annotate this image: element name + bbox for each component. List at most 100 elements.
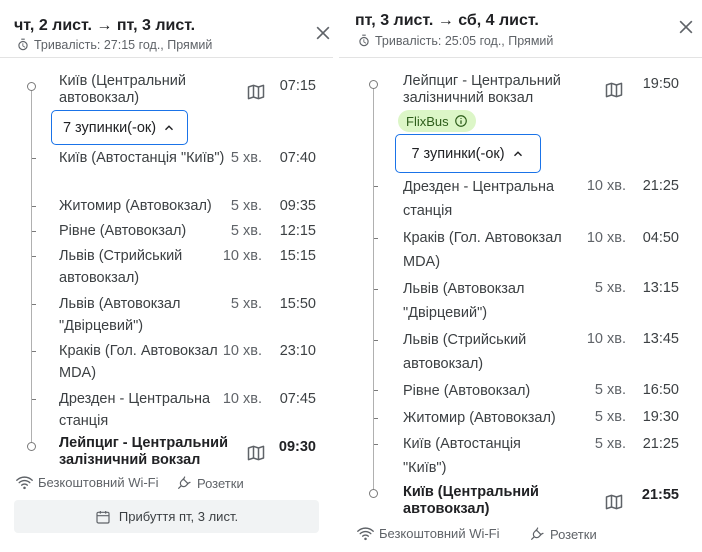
stop-tick <box>32 206 36 207</box>
amenity-sockets: Розетки <box>176 475 244 491</box>
timer-icon <box>359 34 369 47</box>
stop-tick <box>32 231 36 232</box>
stop-name: Рівне (Автовокзал) <box>59 223 187 239</box>
stop-name: Київ (Автостанція "Київ") <box>403 436 521 476</box>
stop-tick <box>374 238 378 239</box>
stop-tick <box>374 340 378 341</box>
stops-toggle-button[interactable]: 7 зупинки(-ок) <box>395 134 541 173</box>
stop-duration: 10 хв. <box>586 331 626 347</box>
arrival-stop-name: Лейпциг - Центральний залізничний вокзал <box>59 435 228 468</box>
stops-toggle-button[interactable]: 7 зупинки(-ок) <box>51 110 188 145</box>
power-plug-icon <box>178 476 191 489</box>
segment-header: пт, 3 лист. → сб, 4 лист. Тривалість: 25… <box>339 0 702 58</box>
map-icon[interactable] <box>246 82 266 102</box>
stop-duration: 10 хв. <box>222 343 262 359</box>
amenity-wifi-label: Безкоштовний Wi-Fi <box>379 526 500 541</box>
stop-name: Житомир (Автовокзал) <box>403 410 556 426</box>
segment-duration-text: Тривалість: 27:15 год., Прямий <box>34 38 213 52</box>
departure-node <box>369 80 378 89</box>
wifi-icon <box>16 475 33 489</box>
carrier-name: FlixBus <box>406 113 449 129</box>
segment-duration: Тривалість: 27:15 год., Прямий <box>16 38 212 52</box>
stop-tick <box>32 158 36 159</box>
route-line <box>31 90 32 447</box>
stop-duration: 5 хв. <box>230 223 262 239</box>
close-icon[interactable] <box>313 23 333 43</box>
amenity-sockets-label: Розетки <box>550 526 597 542</box>
info-icon <box>454 115 467 127</box>
stop-tick <box>32 256 36 257</box>
stop-tick <box>374 418 378 419</box>
trip-segment-return: пт, 3 лист. → сб, 4 лист. Тривалість: 25… <box>339 0 702 552</box>
arrival-time: 21:55 <box>641 487 679 503</box>
stop-duration: 5 хв. <box>594 436 626 452</box>
arrival-info-bar: Прибуття пт, 3 лист. <box>14 500 319 533</box>
arrival-node <box>27 442 36 451</box>
amenity-wifi: Безкоштовний Wi-Fi <box>16 475 159 490</box>
stop-time: 12:15 <box>279 223 316 239</box>
stop-time: 07:40 <box>279 150 316 166</box>
map-icon[interactable] <box>604 492 624 512</box>
stop-time: 13:45 <box>642 331 679 347</box>
route-line <box>373 88 374 493</box>
stop-time: 16:50 <box>642 382 679 398</box>
stop-duration: 5 хв. <box>230 296 262 312</box>
stop-duration: 5 хв. <box>594 409 626 425</box>
departure-time: 07:15 <box>279 78 316 94</box>
stop-tick <box>32 351 36 352</box>
stop-tick <box>374 289 378 290</box>
stop-tick <box>374 444 378 445</box>
stops-toggle-label: 7 зупинки(-ок) <box>411 145 505 162</box>
close-icon[interactable] <box>676 17 696 37</box>
amenity-sockets: Розетки <box>529 526 597 542</box>
carrier-badge[interactable]: FlixBus <box>398 110 476 132</box>
stop-duration: 5 хв. <box>230 198 262 214</box>
stop-duration: 10 хв. <box>222 391 262 407</box>
stop-time: 15:15 <box>279 248 316 264</box>
stop-name: Житомир (Автовокзал) <box>59 198 212 214</box>
stop-name: Львів (Автовокзал "Двірцевий") <box>59 296 181 334</box>
chevron-up-icon <box>165 124 174 130</box>
map-icon[interactable] <box>246 443 266 463</box>
stop-name: Дрезден - Центральна станція <box>59 391 211 429</box>
departure-stop-name: Лейпциг - Центральний залізничний вокзал <box>403 73 561 106</box>
stop-name: Дрезден - Центральна станція <box>403 179 555 219</box>
amenity-wifi: Безкоштовний Wi-Fi <box>357 526 500 541</box>
trip-segment-outbound: чт, 2 лист. → пт, 3 лист. Тривалість: 27… <box>0 0 333 552</box>
stop-name: Краків (Гол. Автовокзал MDA) <box>403 230 562 270</box>
stop-duration: 5 хв. <box>594 382 626 398</box>
segment-title: чт, 2 лист. → пт, 3 лист. <box>14 17 196 34</box>
stop-time: 21:25 <box>642 436 679 452</box>
departure-node <box>27 82 36 91</box>
stop-time: 07:45 <box>279 391 316 407</box>
stop-time: 21:25 <box>642 178 679 194</box>
amenity-wifi-label: Безкоштовний Wi-Fi <box>38 475 159 490</box>
wifi-icon <box>357 526 374 540</box>
stop-time: 19:30 <box>642 409 679 425</box>
timer-icon <box>18 38 28 51</box>
stop-name: Львів (Стрийський автовокзал) <box>59 248 183 286</box>
stop-duration: 10 хв. <box>586 230 626 246</box>
segment-duration: Тривалість: 25:05 год., Прямий <box>357 34 553 48</box>
amenity-sockets-label: Розетки <box>197 475 244 491</box>
map-icon[interactable] <box>604 80 624 100</box>
arrival-info-text: Прибуття пт, 3 лист. <box>118 509 239 524</box>
stop-tick <box>374 186 378 187</box>
stop-tick <box>374 390 378 391</box>
arrival-stop-name: Київ (Центральний автовокзал) <box>403 484 539 517</box>
stop-tick <box>32 304 36 305</box>
stop-duration: 5 хв. <box>594 280 626 296</box>
calendar-icon <box>96 510 110 524</box>
power-plug-icon <box>531 527 544 540</box>
segment-duration-text: Тривалість: 25:05 год., Прямий <box>375 34 554 48</box>
stop-name: Львів (Автовокзал "Двірцевий") <box>403 281 525 321</box>
stop-time: 09:35 <box>279 198 316 214</box>
stop-name: Львів (Стрийський автовокзал) <box>403 332 527 372</box>
stop-time: 13:15 <box>642 280 679 296</box>
stop-name: Київ (Автостанція "Київ") <box>59 150 225 166</box>
stop-name: Краків (Гол. Автовокзал MDA) <box>59 343 218 381</box>
stop-time: 15:50 <box>279 296 316 312</box>
departure-stop-name: Київ (Центральний автовокзал) <box>59 73 186 106</box>
arrival-node <box>369 489 378 498</box>
departure-time: 19:50 <box>642 76 679 92</box>
